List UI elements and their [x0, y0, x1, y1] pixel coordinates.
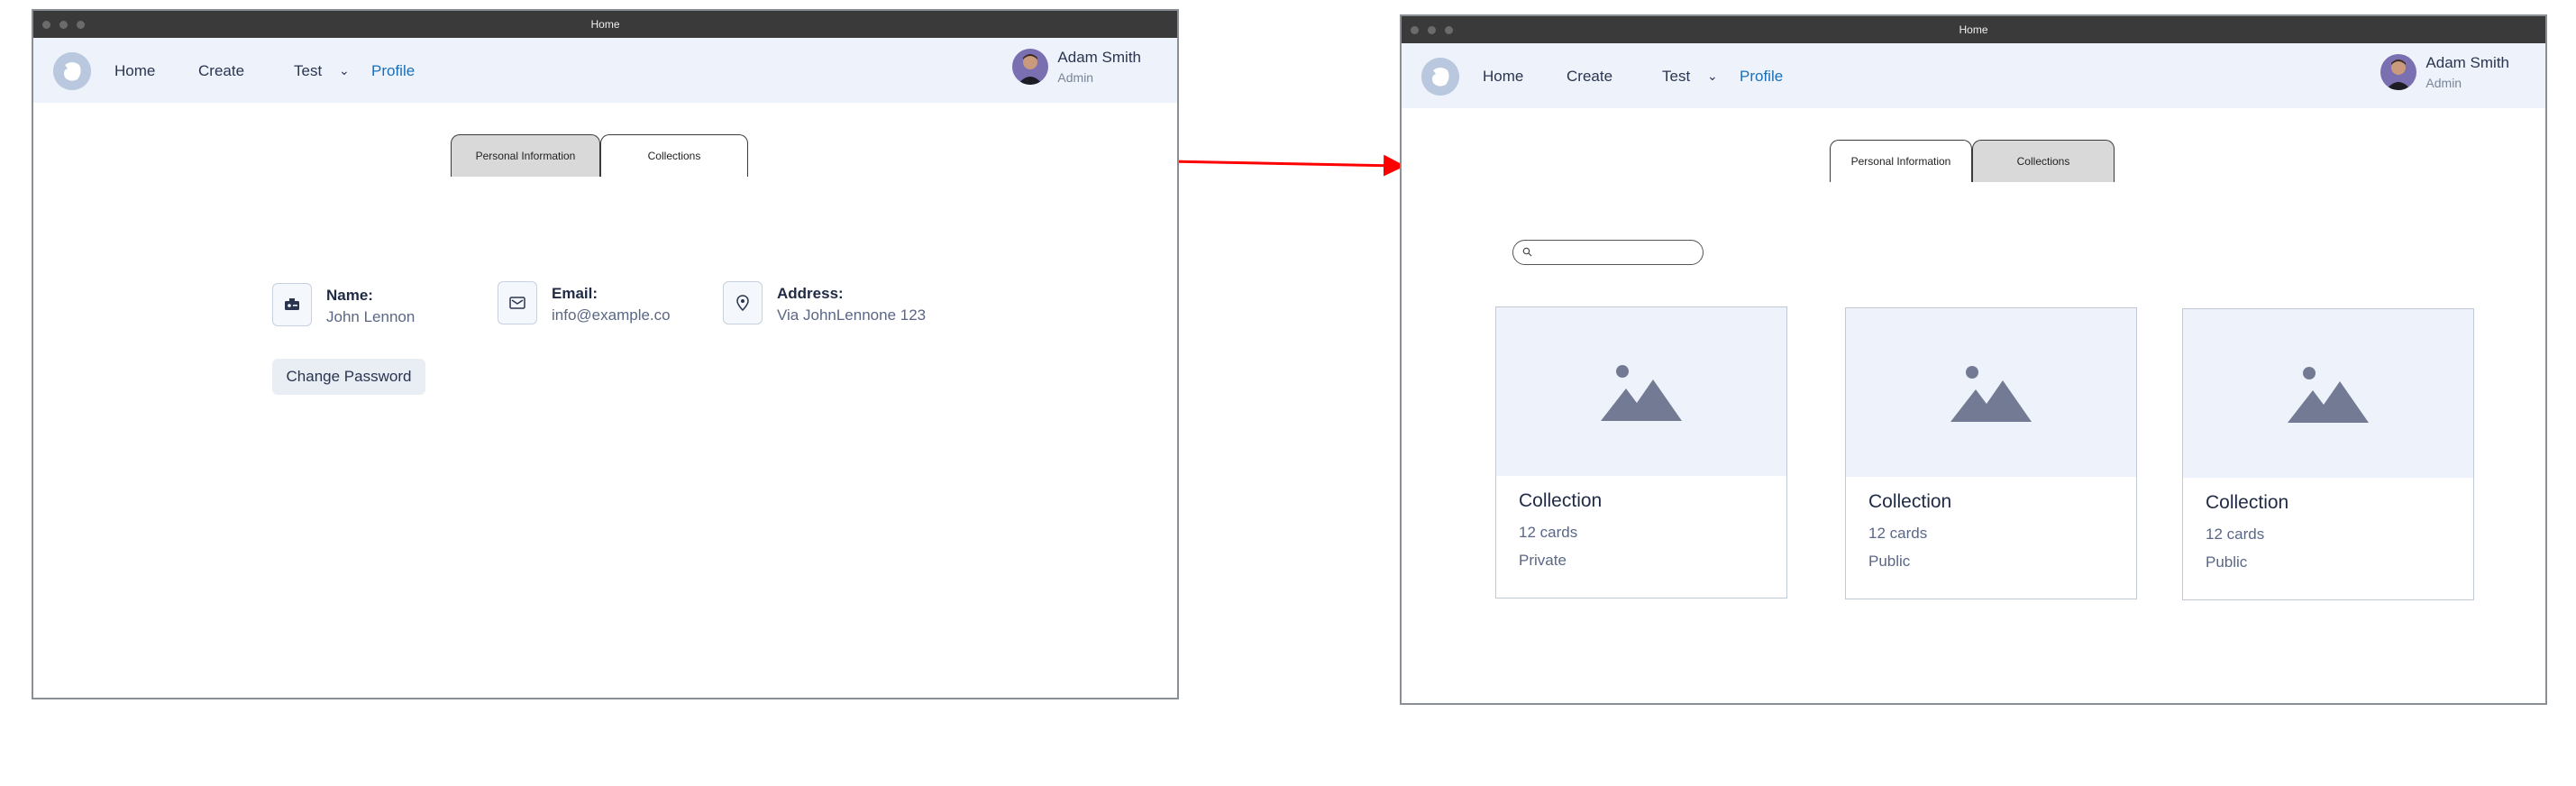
maximize-dot[interactable] — [77, 21, 85, 29]
email-label: Email: — [552, 285, 598, 302]
search-input-wrapper[interactable] — [1512, 240, 1704, 265]
collection-card[interactable]: Collection 12 cards Public — [2182, 308, 2474, 600]
search-input[interactable] — [1537, 243, 1698, 263]
card-visibility: Private — [1519, 552, 1567, 569]
close-dot[interactable] — [42, 21, 50, 29]
id-card-icon — [272, 283, 312, 326]
profile-tabs: Personal Information Collections — [451, 134, 748, 177]
user-role: Admin — [1057, 70, 1094, 85]
close-dot[interactable] — [1411, 26, 1419, 34]
window-profile-collections: Home Home Create Test ⌄ Profile Adam Smi… — [1400, 14, 2547, 705]
info-address: Address: Via JohnLennone 123 — [723, 281, 926, 324]
tab-personal-information[interactable]: Personal Information — [1830, 140, 1972, 182]
nav-create[interactable]: Create — [198, 62, 244, 80]
collection-card[interactable]: Collection 12 cards Public — [1845, 307, 2137, 599]
nav-home[interactable]: Home — [114, 62, 155, 80]
image-placeholder-icon — [1496, 307, 1786, 476]
window-title: Home — [1959, 23, 1988, 36]
email-value: info@example.co — [552, 306, 671, 324]
mail-icon — [498, 281, 537, 324]
tab-collections[interactable]: Collections — [600, 134, 748, 177]
card-count: 12 cards — [1519, 524, 1578, 541]
info-name: Name: John Lennon — [272, 283, 415, 326]
nav-profile[interactable]: Profile — [371, 62, 415, 80]
top-navbar: Home Create Test ⌄ Profile Adam Smith Ad… — [1402, 43, 2545, 108]
user-menu[interactable]: Adam Smith Admin — [1012, 49, 1141, 85]
card-title: Collection — [1519, 490, 1603, 511]
title-bar: Home — [1402, 16, 2545, 43]
user-name: Adam Smith — [1057, 49, 1141, 66]
logo-icon[interactable] — [53, 52, 91, 90]
card-title: Collection — [1868, 491, 1952, 512]
nav-test[interactable]: Test — [294, 62, 322, 80]
nav-home[interactable]: Home — [1483, 68, 1523, 86]
chevron-down-icon[interactable]: ⌄ — [1707, 69, 1718, 84]
name-label: Name: — [326, 287, 373, 304]
top-navbar: Home Create Test ⌄ Profile Adam Smith Ad… — [33, 38, 1177, 103]
window-title: Home — [590, 18, 620, 31]
user-menu[interactable]: Adam Smith Admin — [2380, 54, 2509, 90]
tab-collections[interactable]: Collections — [1972, 140, 2115, 182]
nav-profile[interactable]: Profile — [1740, 68, 1783, 86]
address-value: Via JohnLennone 123 — [777, 306, 927, 324]
image-placeholder-icon — [1846, 308, 2136, 477]
card-visibility: Public — [2206, 553, 2248, 571]
change-password-button[interactable]: Change Password — [272, 359, 425, 395]
address-label: Address: — [777, 285, 844, 302]
window-controls[interactable] — [42, 21, 85, 29]
card-count: 12 cards — [1868, 525, 1928, 542]
chevron-down-icon[interactable]: ⌄ — [339, 63, 350, 78]
window-profile-personal: Home Home Create Test ⌄ Profile Adam Smi… — [32, 9, 1179, 699]
tab-personal-information[interactable]: Personal Information — [451, 134, 600, 177]
card-title: Collection — [2206, 492, 2289, 513]
search-icon — [1522, 247, 1532, 257]
maximize-dot[interactable] — [1445, 26, 1453, 34]
name-value: John Lennon — [326, 308, 416, 325]
user-name: Adam Smith — [2425, 54, 2509, 71]
image-placeholder-icon — [2183, 309, 2473, 478]
minimize-dot[interactable] — [59, 21, 68, 29]
info-email: Email: info@example.co — [498, 281, 671, 324]
window-controls[interactable] — [1411, 26, 1453, 34]
nav-test[interactable]: Test — [1662, 68, 1690, 86]
location-pin-icon — [723, 281, 763, 324]
collection-card[interactable]: Collection 12 cards Private — [1495, 306, 1787, 599]
avatar[interactable] — [1012, 49, 1049, 85]
user-role: Admin — [2425, 76, 2462, 90]
card-visibility: Public — [1868, 553, 1911, 570]
minimize-dot[interactable] — [1428, 26, 1436, 34]
title-bar: Home — [33, 11, 1177, 38]
avatar[interactable] — [2380, 54, 2417, 90]
profile-tabs: Personal Information Collections — [1830, 140, 2115, 182]
card-count: 12 cards — [2206, 526, 2265, 543]
logo-icon[interactable] — [1421, 58, 1459, 96]
nav-create[interactable]: Create — [1567, 68, 1612, 86]
